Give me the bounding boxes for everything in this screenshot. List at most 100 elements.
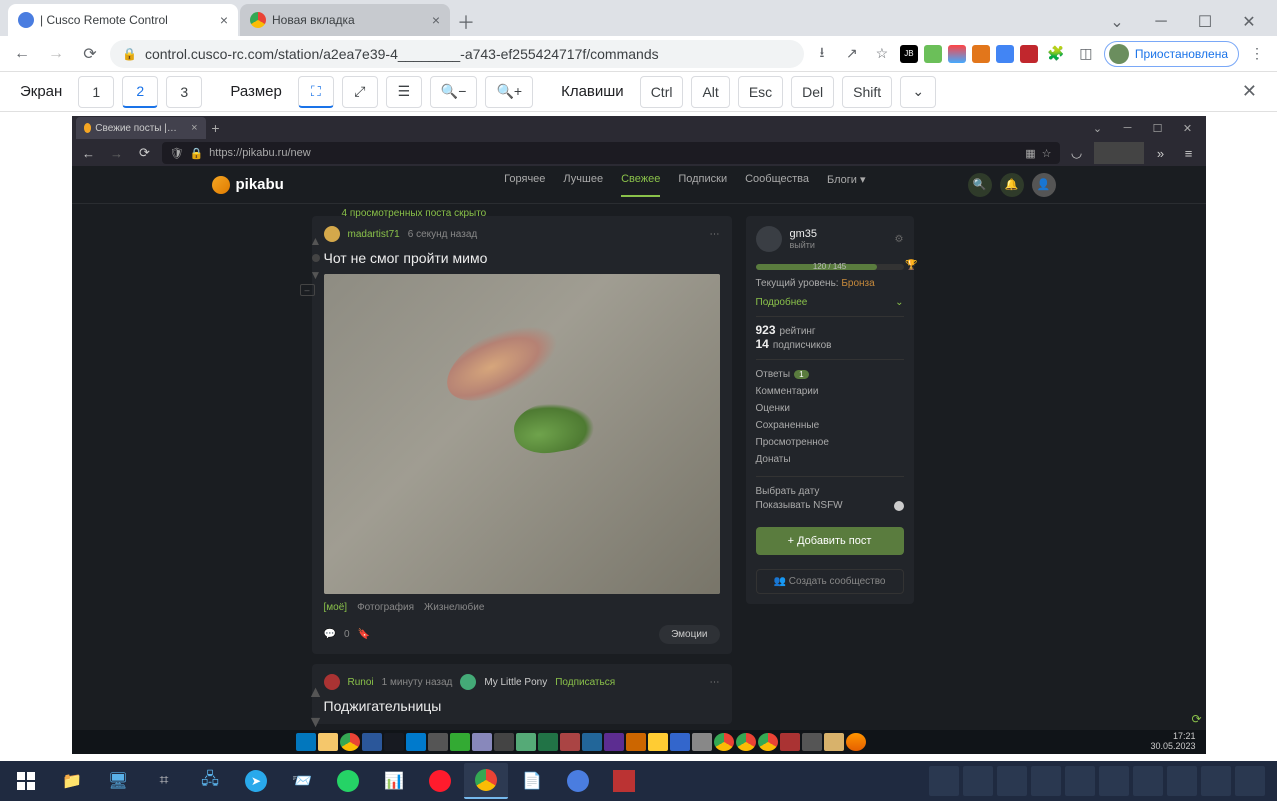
add-post-button[interactable]: + Добавить пост — [756, 527, 904, 555]
whatsapp-icon[interactable] — [326, 763, 370, 799]
explorer-icon[interactable]: 📁 — [50, 763, 94, 799]
tag-life[interactable]: Жизнелюбие — [424, 602, 484, 613]
upvote-icon[interactable]: ▲ — [310, 234, 322, 248]
back-icon[interactable]: ← — [8, 40, 36, 68]
maximize-icon[interactable]: ☐ — [1185, 8, 1225, 36]
post-title[interactable]: Поджигательницы — [324, 698, 720, 714]
notepad-icon[interactable]: 📄 — [510, 763, 554, 799]
post-menu-icon[interactable]: ⋯ — [710, 677, 720, 688]
menu-donations[interactable]: Донаты — [756, 451, 904, 468]
tb-app-icon[interactable] — [780, 733, 800, 751]
tb-app-icon[interactable] — [670, 733, 690, 751]
tb-vs-icon[interactable] — [604, 733, 624, 751]
ext-translate-icon[interactable] — [996, 45, 1014, 63]
menu-answers[interactable]: Ответы1 — [756, 366, 904, 383]
logout-link[interactable]: выйти — [790, 240, 818, 250]
pick-date[interactable]: Выбрать дату — [756, 483, 904, 500]
downvote-icon[interactable]: ▼ — [310, 268, 322, 282]
tb-firefox-icon[interactable] — [846, 733, 866, 751]
close-session-button[interactable]: ✕ — [1242, 81, 1257, 102]
ff-ext-icon[interactable] — [1094, 142, 1144, 164]
tb-app-icon[interactable] — [626, 733, 646, 751]
excel-icon[interactable]: 📊 — [372, 763, 416, 799]
tb-app-icon[interactable] — [450, 733, 470, 751]
app-icon[interactable] — [602, 763, 646, 799]
telegram-icon[interactable]: ➤ — [234, 763, 278, 799]
close-icon[interactable]: × — [432, 12, 440, 28]
nav-subs[interactable]: Подписки — [678, 173, 727, 197]
forward-icon[interactable]: → — [42, 40, 70, 68]
author-name[interactable]: madartist71 — [348, 229, 400, 240]
menu-ratings[interactable]: Оценки — [756, 400, 904, 417]
nav-fresh[interactable]: Свежее — [621, 173, 660, 197]
minimize-icon[interactable]: ─ — [1114, 117, 1142, 139]
minimize-icon[interactable]: ─ — [1141, 8, 1181, 36]
address-bar[interactable]: 🔒 control.cusco-rc.com/station/a2ea7e39-… — [110, 40, 804, 68]
tb-explorer-icon[interactable] — [318, 733, 338, 751]
pikabu-logo[interactable]: pikabu — [212, 176, 284, 194]
hidden-posts-label[interactable]: 4 просмотренных поста скрыто — [342, 208, 487, 219]
subscribe-button[interactable]: Подписаться — [555, 677, 615, 688]
new-tab-button[interactable]: ＋ — [452, 8, 480, 36]
more-link[interactable]: Подробнее⌄ — [756, 297, 904, 308]
tb-app-icon[interactable] — [582, 733, 602, 751]
user-avatar[interactable] — [756, 226, 782, 252]
tb-app-icon[interactable] — [516, 733, 536, 751]
tb-app-icon[interactable] — [560, 733, 580, 751]
firefox-address-bar[interactable]: 🛡 🔒 https://pikabu.ru/new ▦ ☆ — [162, 142, 1060, 164]
firefox-tab[interactable]: Свежие посты | Пикабу × — [76, 117, 206, 139]
more-keys-button[interactable]: ⌄ — [900, 76, 936, 108]
maximize-icon[interactable]: ☐ — [1144, 117, 1172, 139]
settings-button[interactable]: ☰ — [386, 76, 422, 108]
install-icon[interactable]: ⭳ — [810, 42, 834, 66]
ff-forward-icon[interactable]: → — [106, 142, 128, 164]
sidepanel-icon[interactable]: ◫ — [1074, 42, 1098, 66]
tb-steam-icon[interactable] — [384, 733, 404, 751]
chevron-down-icon[interactable]: ⌄ — [1097, 8, 1137, 36]
close-icon[interactable]: ✕ — [1174, 117, 1202, 139]
tb-app-icon[interactable] — [692, 733, 712, 751]
emotions-button[interactable]: Эмоции — [659, 625, 719, 644]
tb-chrome-icon[interactable] — [340, 733, 360, 751]
tag-photo[interactable]: Фотография — [357, 602, 414, 613]
tb-chrome-icon[interactable] — [736, 733, 756, 751]
tb-app-icon[interactable] — [802, 733, 822, 751]
chrome-tab-newtab[interactable]: Новая вкладка × — [240, 4, 450, 36]
remote-clock[interactable]: 17:21 30.05.2023 — [1150, 732, 1201, 752]
nsfw-toggle[interactable] — [894, 501, 904, 511]
tb-vscode-icon[interactable] — [406, 733, 426, 751]
create-community-button[interactable]: 👥 Создать сообщество — [756, 569, 904, 594]
screen-2-button[interactable]: 2 — [122, 76, 158, 108]
gear-icon[interactable]: ⚙ — [895, 234, 904, 245]
ext-adguard-icon[interactable] — [924, 45, 942, 63]
reader-icon[interactable]: ▦ — [1025, 147, 1035, 160]
tb-chrome-icon[interactable] — [758, 733, 778, 751]
star-icon[interactable]: ☆ — [870, 42, 894, 66]
fit-button[interactable]: ⛶ — [298, 76, 334, 108]
author-name[interactable]: Runoi — [348, 677, 374, 688]
mail-icon[interactable]: 📨 — [280, 763, 324, 799]
nav-blogs[interactable]: Блоги ▾ — [827, 173, 866, 197]
ext-colorpicker-icon[interactable] — [948, 45, 966, 63]
avatar[interactable]: 👤 — [1032, 173, 1056, 197]
cusco-icon[interactable] — [556, 763, 600, 799]
pocket-icon[interactable]: ◡ — [1066, 142, 1088, 164]
ext-metamask-icon[interactable] — [972, 45, 990, 63]
ff-menu-icon[interactable]: ≡ — [1178, 142, 1200, 164]
bell-icon[interactable]: 🔔 — [1000, 173, 1024, 197]
tag-mine[interactable]: [моё] — [324, 602, 348, 613]
ext-abp-icon[interactable] — [1020, 45, 1038, 63]
nav-best[interactable]: Лучшее — [563, 173, 603, 197]
post-menu-icon[interactable]: ⋯ — [710, 229, 720, 240]
community-icon[interactable] — [460, 674, 476, 690]
tb-excel-icon[interactable] — [538, 733, 558, 751]
ext-jb-icon[interactable]: JB — [900, 45, 918, 63]
community-name[interactable]: My Little Pony — [484, 677, 547, 688]
collapse-button[interactable]: – — [300, 284, 315, 296]
zoom-in-button[interactable]: 🔍+ — [485, 76, 533, 108]
app-icon[interactable]: 🖧 — [188, 763, 232, 799]
remote-desktop-icon[interactable]: 🖥 — [96, 763, 140, 799]
system-tray[interactable] — [929, 766, 1273, 796]
post-title[interactable]: Чот не смог пройти мимо — [324, 250, 720, 266]
bookmark-icon[interactable]: ☆ — [1042, 147, 1052, 160]
